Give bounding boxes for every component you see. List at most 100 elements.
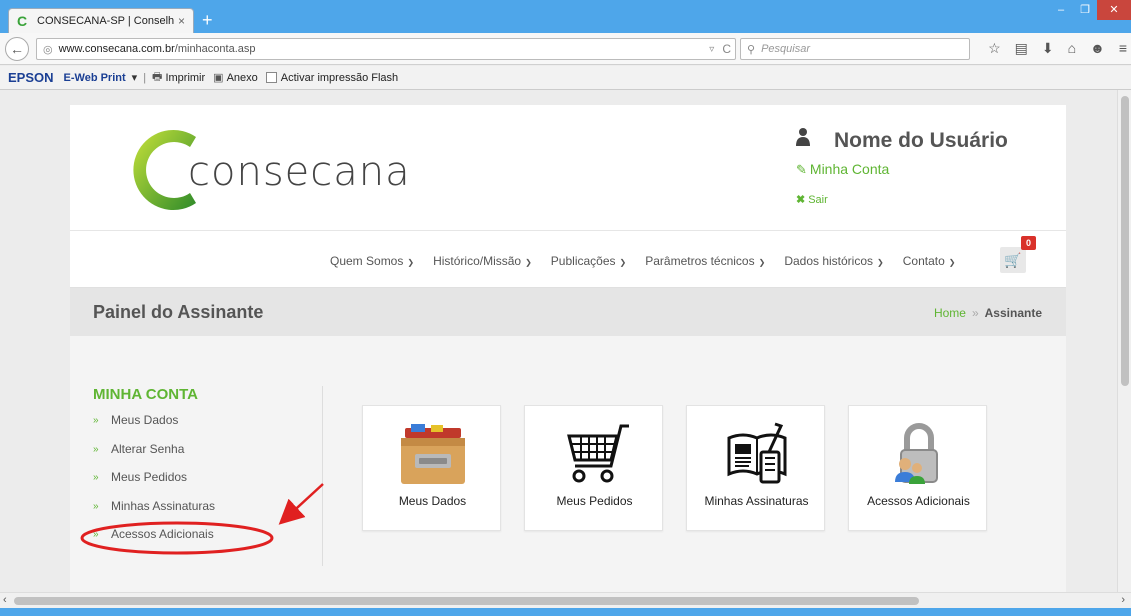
- reload-icon[interactable]: C: [722, 42, 731, 56]
- print-label: Imprimir: [165, 71, 206, 84]
- breadcrumb: Home » Assinante: [934, 306, 1042, 320]
- download-icon[interactable]: ⬇: [1042, 40, 1054, 57]
- search-icon: ⚲: [747, 43, 756, 56]
- scroll-left-icon[interactable]: ‹: [3, 594, 7, 606]
- url-text[interactable]: www.consecana.com.br/minhaconta.asp: [59, 43, 710, 55]
- site-identity-icon[interactable]: ◎: [43, 43, 53, 56]
- search-input[interactable]: Pesquisar: [761, 43, 810, 55]
- url-path: /minhaconta.asp: [174, 43, 256, 55]
- horizontal-scroll-thumb[interactable]: [14, 597, 919, 605]
- tile-label: Meus Pedidos: [556, 494, 633, 508]
- double-chevron-icon: »: [93, 529, 99, 540]
- breadcrumb-home[interactable]: Home: [934, 306, 966, 320]
- browser-tab[interactable]: C CONSECANA-SP | Conselh... ×: [8, 8, 194, 33]
- menu-item-label: Dados históricos: [784, 254, 874, 268]
- page-title-bar: Painel do Assinante Home » Assinante: [70, 288, 1066, 336]
- flash-print-toggle[interactable]: Activar impressão Flash: [265, 72, 398, 84]
- sidebar-item-alterar-senha[interactable]: » Alterar Senha: [93, 442, 322, 471]
- chat-icon[interactable]: ☻: [1090, 40, 1105, 57]
- account-sidebar: MINHA CONTA » Meus Dados » Alterar Senha »…: [93, 386, 323, 566]
- epson-toolbar: EPSON E-Web Print ▾ | 🖶 Imprimir ▣ Anexo A…: [0, 66, 1131, 90]
- padlock-users-icon: [895, 423, 938, 484]
- chevron-down-icon: ❯: [525, 258, 532, 267]
- menu-item-label: Publicações: [550, 254, 616, 268]
- menu-item-quem-somos[interactable]: Quem Somos ❯: [330, 254, 414, 268]
- chevron-down-icon: ❯: [407, 258, 415, 267]
- logout-label: Sair: [808, 194, 828, 206]
- sidebar-item-label: Meus Pedidos: [111, 470, 188, 484]
- tab-close-icon[interactable]: ×: [178, 14, 185, 28]
- tab-title: CONSECANA-SP | Conselh...: [37, 15, 174, 27]
- flash-checkbox[interactable]: [265, 72, 277, 83]
- tile-label: Acessos Adicionais: [867, 494, 970, 508]
- tile-meus-pedidos[interactable]: Meus Pedidos: [524, 405, 663, 531]
- url-domain: www.consecana.com.br: [58, 43, 175, 55]
- tile-meus-dados[interactable]: Meus Dados: [362, 405, 501, 531]
- newspaper-icon: [727, 422, 787, 484]
- reading-list-icon[interactable]: ▤: [1015, 40, 1028, 57]
- my-account-link[interactable]: ✎ Minha Conta: [796, 161, 889, 178]
- menu-item-contato[interactable]: Contato ❯: [903, 254, 956, 268]
- sidebar-item-meus-pedidos[interactable]: » Meus Pedidos: [93, 470, 322, 499]
- sidebar-item-meus-dados[interactable]: » Meus Dados: [93, 413, 322, 442]
- sidebar-list: » Meus Dados » Alterar Senha » Meus Pedidos…: [93, 413, 322, 556]
- browser-navbar: ← ◎ www.consecana.com.br/minhaconta.asp …: [0, 33, 1131, 65]
- printer-icon: 🖶: [152, 71, 163, 83]
- attach-button[interactable]: ▣ Anexo: [213, 71, 258, 85]
- attachment-icon: ▣: [213, 72, 224, 84]
- eweb-print-button[interactable]: E-Web Print: [64, 72, 126, 84]
- attach-label: Anexo: [226, 71, 258, 84]
- sidebar-item-label: Acessos Adicionais: [111, 527, 214, 541]
- menu-item-label: Histórico/Missão: [433, 254, 522, 268]
- menu-item-historico[interactable]: Histórico/Missão ❯: [433, 254, 532, 268]
- url-dropdown-icon[interactable]: ▿: [709, 44, 714, 55]
- home-icon[interactable]: ⌂: [1068, 40, 1076, 57]
- menu-item-parametros[interactable]: Parâmetros técnicos ❯: [645, 254, 765, 268]
- main-menu: Quem Somos ❯ Histórico/Missão ❯ Publicaçõe…: [70, 231, 1066, 288]
- double-chevron-icon: »: [93, 472, 99, 483]
- back-arrow-icon[interactable]: ←: [5, 37, 29, 61]
- bookmark-star-icon[interactable]: ☆: [988, 40, 1001, 57]
- consecana-logo[interactable]: consecana: [110, 125, 410, 215]
- toolbar-icons: ☆ ▤ ⬇ ⌂ ☻ ≡: [988, 40, 1127, 57]
- search-bar[interactable]: ⚲ Pesquisar: [740, 38, 970, 60]
- browser-titlebar: C CONSECANA-SP | Conselh... × + – ❐ ✕: [0, 0, 1131, 33]
- shopping-cart-icon[interactable]: 🛒: [1000, 247, 1026, 273]
- close-x-icon: ✖: [796, 194, 806, 206]
- my-account-label: Minha Conta: [809, 161, 890, 177]
- sidebar-item-acessos-adicionais[interactable]: » Acessos Adicionais: [93, 527, 322, 556]
- chevron-down-icon: ❯: [758, 258, 766, 267]
- menu-item-label: Parâmetros técnicos: [645, 254, 755, 268]
- url-bar[interactable]: ◎ www.consecana.com.br/minhaconta.asp ▿ …: [36, 38, 736, 60]
- menu-item-dados-historicos[interactable]: Dados históricos ❯: [784, 254, 883, 268]
- menu-item-publicacoes[interactable]: Publicações ❯: [551, 254, 626, 268]
- chevron-down-icon: ❯: [619, 258, 627, 267]
- epson-logo: EPSON: [8, 70, 54, 85]
- logout-link[interactable]: ✖ Sair: [796, 193, 828, 206]
- sidebar-title: MINHA CONTA: [93, 386, 198, 403]
- vertical-scroll-thumb[interactable]: [1121, 96, 1129, 386]
- page-title: Painel do Assinante: [93, 302, 264, 322]
- toolbar-divider: |: [143, 71, 147, 84]
- tile-minhas-assinaturas[interactable]: Minhas Assinaturas: [686, 405, 825, 531]
- new-tab-button[interactable]: +: [202, 11, 213, 29]
- dashboard-tiles: Meus Dados Meus Pedidos Minhas Assinatur…: [362, 405, 987, 531]
- web-page: consecana Nome do Usuário ✎ Minha Conta ✖…: [70, 105, 1066, 592]
- horizontal-scrollbar[interactable]: ‹ ›: [0, 592, 1131, 608]
- vertical-scrollbar[interactable]: [1117, 90, 1131, 592]
- chevron-down-icon: ❯: [877, 258, 884, 267]
- sidebar-item-minhas-assinaturas[interactable]: » Minhas Assinaturas: [93, 499, 322, 528]
- menu-item-label: Contato: [902, 254, 945, 268]
- menu-hamburger-icon[interactable]: ≡: [1119, 40, 1127, 57]
- tile-acessos-adicionais[interactable]: Acessos Adicionais: [848, 405, 987, 531]
- taskbar-strip: [0, 608, 1131, 616]
- restore-icon[interactable]: ❐: [1073, 0, 1097, 20]
- scroll-right-icon[interactable]: ›: [1121, 594, 1125, 606]
- close-window-icon[interactable]: ✕: [1097, 0, 1131, 20]
- chevron-down-icon: ❯: [948, 258, 956, 267]
- consecana-favicon-icon: C: [17, 13, 28, 29]
- minimize-icon[interactable]: –: [1049, 0, 1073, 20]
- breadcrumb-current: Assinante: [984, 306, 1042, 320]
- print-button[interactable]: 🖶 Imprimir: [152, 68, 205, 87]
- dropdown-arrow-icon[interactable]: ▾: [132, 71, 138, 84]
